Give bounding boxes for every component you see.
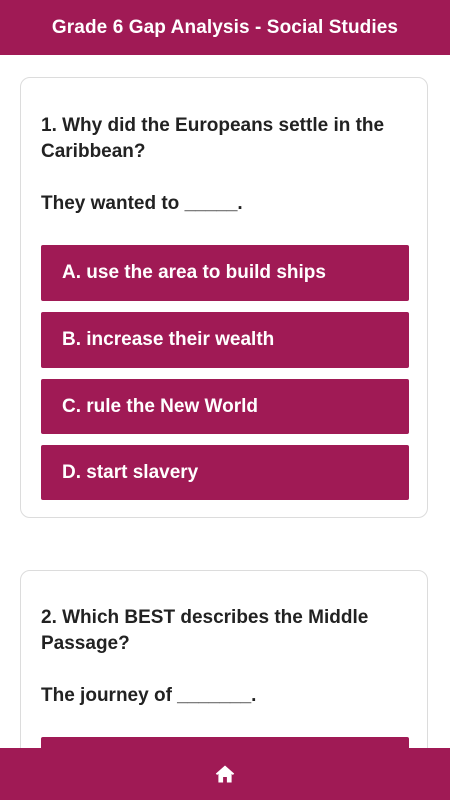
- page-title: Grade 6 Gap Analysis - Social Studies: [51, 16, 399, 38]
- question-card: 1. Why did the Europeans settle in the C…: [20, 77, 428, 518]
- answer-options: A. use the area to build ships B. increa…: [41, 245, 409, 500]
- app-screen: Grade 6 Gap Analysis - Social Studies 1.…: [0, 0, 450, 800]
- answer-option-label: C. rule the New World: [62, 395, 259, 417]
- question-prompt: They wanted to _____.: [41, 193, 243, 214]
- answer-option-a[interactable]: [41, 737, 409, 748]
- answer-option-b[interactable]: B. increase their wealth: [41, 312, 409, 368]
- question-list[interactable]: 1. Why did the Europeans settle in the C…: [0, 55, 450, 748]
- answer-option-c[interactable]: C. rule the New World: [41, 379, 409, 434]
- top-app-bar: Grade 6 Gap Analysis - Social Studies: [0, 0, 450, 55]
- answer-option-label: B. increase their wealth: [62, 329, 275, 350]
- answer-option-label: A. use the area to build ships: [62, 262, 326, 283]
- home-button[interactable]: [205, 754, 245, 794]
- answer-option-d[interactable]: D. start slavery: [41, 445, 409, 500]
- question-card: 2. Which BEST describes the Middle Passa…: [20, 570, 428, 748]
- bottom-nav-bar: [0, 748, 450, 800]
- question-text: 2. Which BEST describes the Middle Passa…: [41, 607, 369, 654]
- question-text: 1. Why did the Europeans settle in the C…: [41, 115, 385, 162]
- home-icon: [215, 765, 235, 783]
- answer-options: [41, 737, 409, 748]
- question-prompt: The journey of _______.: [41, 685, 257, 706]
- answer-option-label: D. start slavery: [62, 461, 199, 483]
- answer-option-a[interactable]: A. use the area to build ships: [41, 245, 409, 301]
